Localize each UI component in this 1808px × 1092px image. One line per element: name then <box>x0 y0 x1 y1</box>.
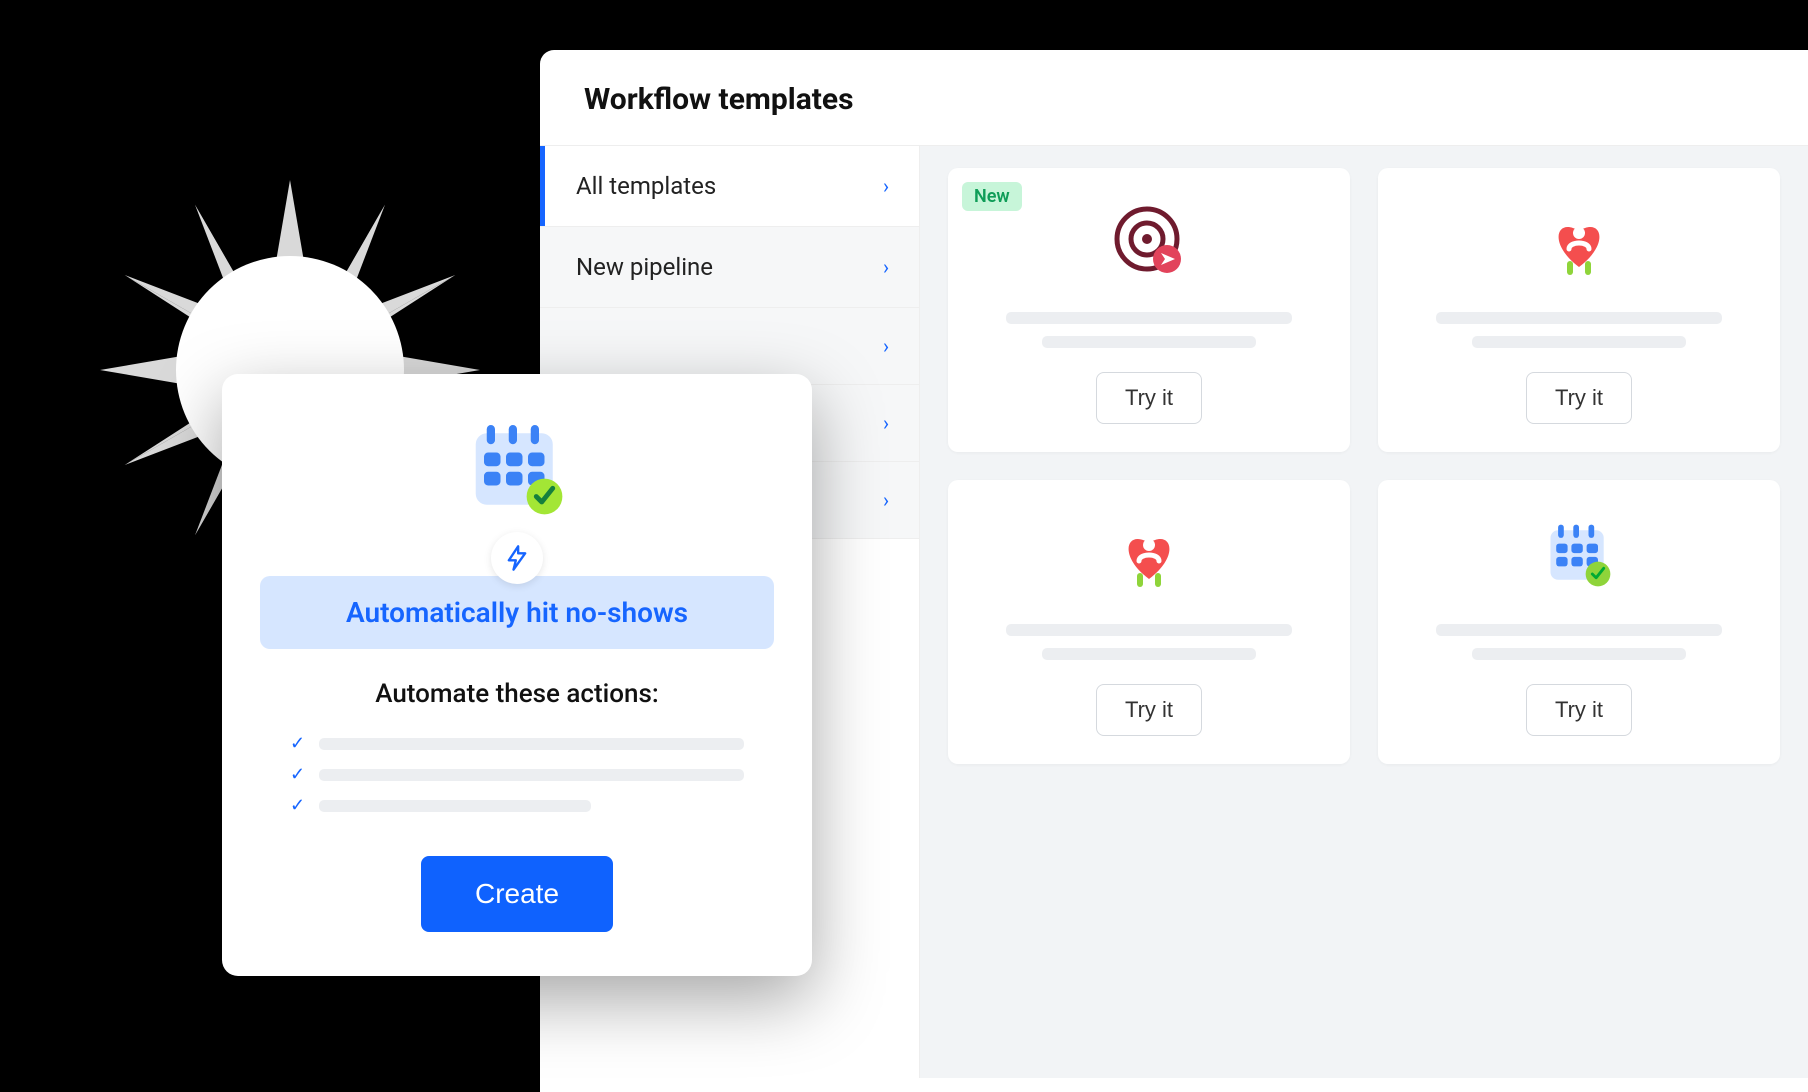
skeleton-line <box>1472 648 1687 660</box>
template-card[interactable]: Try it <box>1378 480 1780 764</box>
target-icon <box>1104 198 1194 288</box>
checklist-item: ✓ <box>290 764 744 785</box>
sidebar-item-label: New pipeline <box>576 253 713 281</box>
automation-popup: Automatically hit no-shows Automate thes… <box>222 374 812 976</box>
skeleton-line <box>1042 336 1257 348</box>
try-it-button[interactable]: Try it <box>1096 372 1202 424</box>
template-card[interactable]: Try it <box>1378 168 1780 452</box>
skeleton-line <box>1006 624 1292 636</box>
chevron-right-icon: › <box>883 411 889 435</box>
skeleton-line <box>319 738 744 750</box>
skeleton-line <box>319 769 744 781</box>
calendar-check-icon <box>462 414 572 524</box>
chevron-right-icon: › <box>883 488 889 512</box>
skeleton-line <box>1042 648 1257 660</box>
chevron-right-icon: › <box>883 174 889 198</box>
skeleton-line <box>319 800 591 812</box>
heart-person-icon <box>1104 510 1194 600</box>
skeleton-line <box>1436 624 1722 636</box>
check-icon: ✓ <box>290 795 305 816</box>
create-button[interactable]: Create <box>421 856 613 932</box>
popup-subtitle: Automate these actions: <box>375 679 659 709</box>
try-it-button[interactable]: Try it <box>1526 372 1632 424</box>
checklist-item: ✓ <box>290 795 744 816</box>
panel-title: Workflow templates <box>540 50 1808 146</box>
calendar-check-icon <box>1534 510 1624 600</box>
skeleton-line <box>1006 312 1292 324</box>
try-it-button[interactable]: Try it <box>1096 684 1202 736</box>
skeleton-line <box>1436 312 1722 324</box>
template-card[interactable]: New Try it <box>948 168 1350 452</box>
new-badge: New <box>962 182 1022 211</box>
skeleton-line <box>1472 336 1687 348</box>
sidebar-item-label: All templates <box>576 172 716 200</box>
sidebar-item-new-pipeline[interactable]: New pipeline › <box>540 227 919 308</box>
chevron-right-icon: › <box>883 255 889 279</box>
checklist-item: ✓ <box>290 733 744 754</box>
check-icon: ✓ <box>290 764 305 785</box>
popup-title: Automatically hit no-shows <box>260 576 774 649</box>
action-checklist: ✓ ✓ ✓ <box>260 723 774 826</box>
heart-person-icon <box>1534 198 1624 288</box>
template-card[interactable]: Try it <box>948 480 1350 764</box>
check-icon: ✓ <box>290 733 305 754</box>
chevron-right-icon: › <box>883 334 889 358</box>
lightning-icon <box>491 532 543 584</box>
template-grid: New Try it <box>920 146 1808 1078</box>
sidebar-item-all-templates[interactable]: All templates › <box>540 146 919 227</box>
try-it-button[interactable]: Try it <box>1526 684 1632 736</box>
